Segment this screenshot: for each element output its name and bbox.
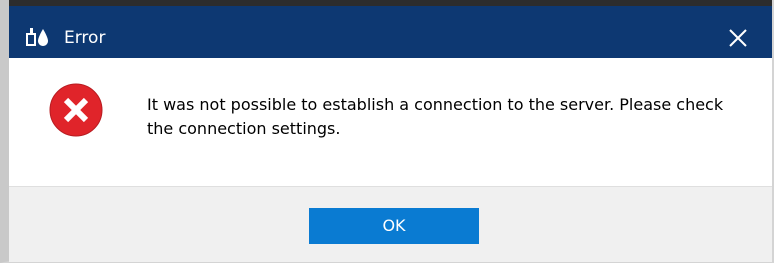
title-bar: Error: [9, 0, 772, 58]
button-bar: OK: [9, 186, 772, 262]
error-message: It was not possible to establish a conne…: [147, 95, 724, 138]
app-logo-icon: [26, 28, 48, 46]
ok-button[interactable]: OK: [309, 208, 479, 244]
error-dialog: Error It was not possible to establish a…: [0, 0, 774, 263]
close-icon[interactable]: [724, 24, 752, 52]
window-title: Error: [64, 28, 106, 48]
dialog-content: It was not possible to establish a conne…: [9, 58, 772, 186]
error-icon: [49, 83, 103, 137]
